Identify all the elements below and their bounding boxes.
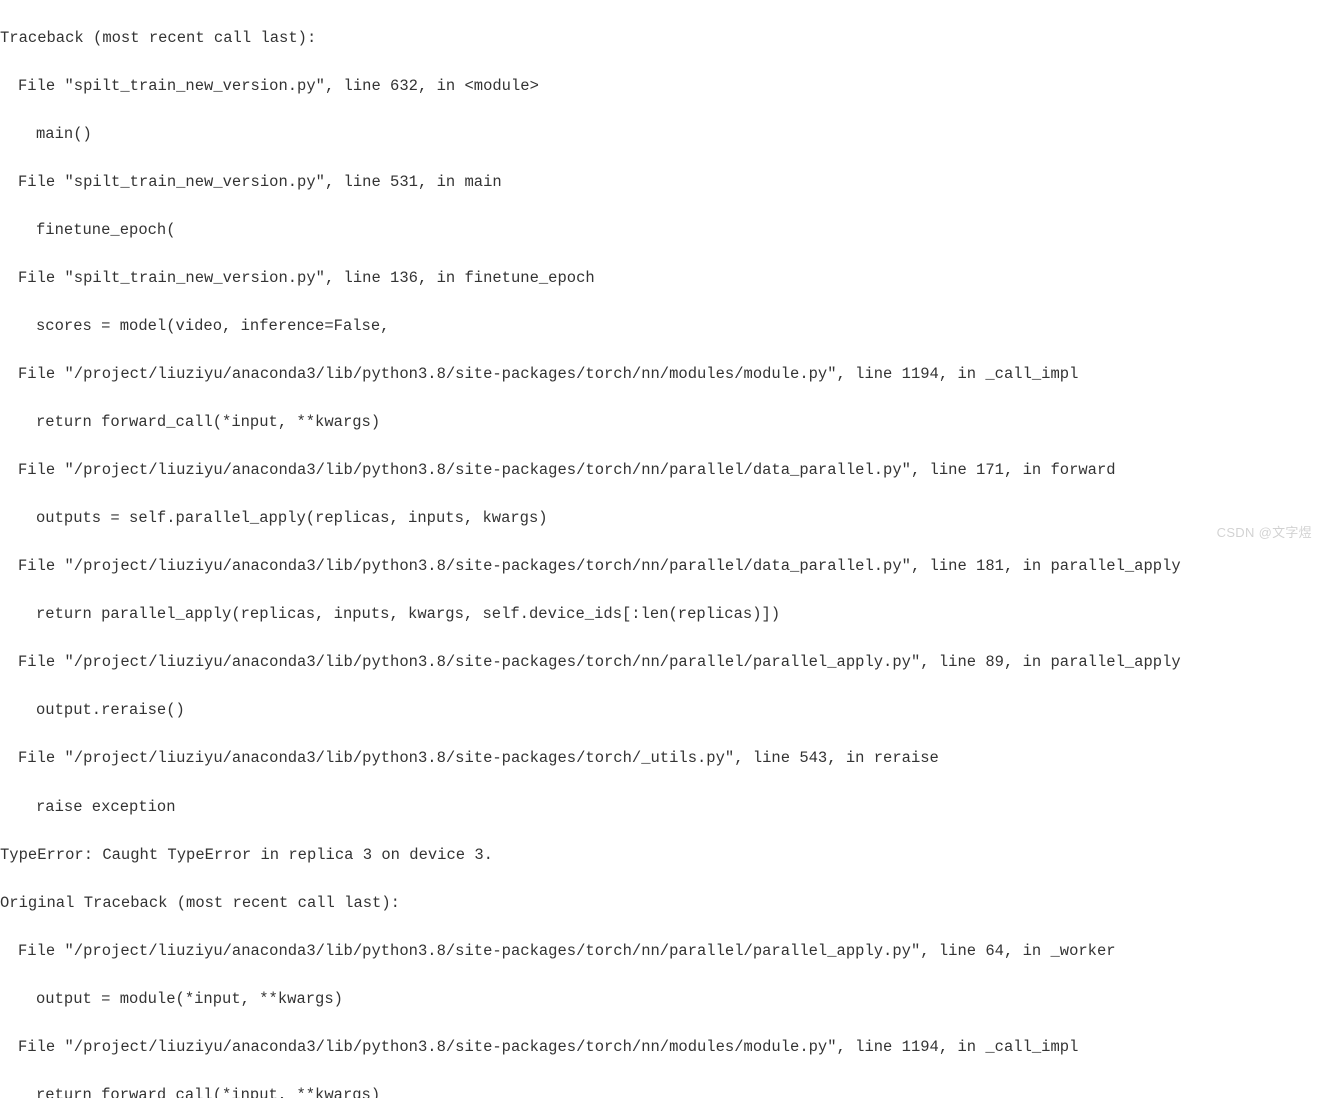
frame-loc: File "/project/liuziyu/anaconda3/lib/pyt…	[0, 939, 1322, 963]
frame-loc: File "/project/liuziyu/anaconda3/lib/pyt…	[0, 746, 1322, 770]
traceback-header: Traceback (most recent call last):	[0, 26, 1322, 50]
frame-code: outputs = self.parallel_apply(replicas, …	[0, 506, 1322, 530]
frame-code: main()	[0, 122, 1322, 146]
frame-loc: File "/project/liuziyu/anaconda3/lib/pyt…	[0, 554, 1322, 578]
frame-code: return parallel_apply(replicas, inputs, …	[0, 602, 1322, 626]
frame-loc: File "/project/liuziyu/anaconda3/lib/pyt…	[0, 458, 1322, 482]
traceback-header: Original Traceback (most recent call las…	[0, 891, 1322, 915]
frame-code: return forward_call(*input, **kwargs)	[0, 410, 1322, 434]
frame-code: scores = model(video, inference=False,	[0, 314, 1322, 338]
frame-code: finetune_epoch(	[0, 218, 1322, 242]
frame-loc: File "spilt_train_new_version.py", line …	[0, 170, 1322, 194]
frame-loc: File "spilt_train_new_version.py", line …	[0, 266, 1322, 290]
frame-code: output = module(*input, **kwargs)	[0, 987, 1322, 1011]
frame-loc: File "/project/liuziyu/anaconda3/lib/pyt…	[0, 650, 1322, 674]
watermark: CSDN @文字煜	[1217, 523, 1312, 543]
frame-loc: File "/project/liuziyu/anaconda3/lib/pyt…	[0, 362, 1322, 386]
frame-code: return forward_call(*input, **kwargs)	[0, 1083, 1322, 1098]
error-line: TypeError: Caught TypeError in replica 3…	[0, 843, 1322, 867]
frame-loc: File "spilt_train_new_version.py", line …	[0, 74, 1322, 98]
frame-code: raise exception	[0, 795, 1322, 819]
traceback-block: Traceback (most recent call last): File …	[0, 0, 1322, 1098]
frame-code: output.reraise()	[0, 698, 1322, 722]
frame-loc: File "/project/liuziyu/anaconda3/lib/pyt…	[0, 1035, 1322, 1059]
